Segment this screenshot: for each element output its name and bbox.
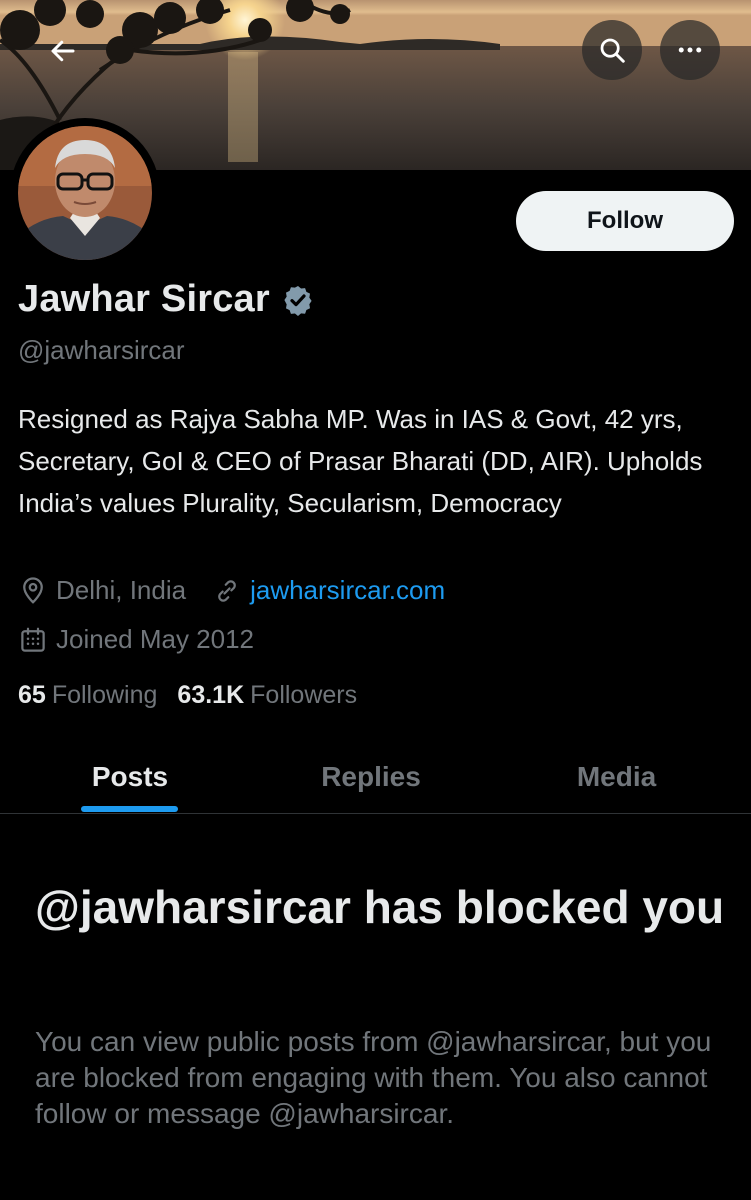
profile-name-row: Jawhar Sircar — [18, 278, 314, 321]
joined-row: Joined May 2012 — [18, 624, 280, 655]
link-icon — [218, 579, 236, 602]
following-stat[interactable]: 65 Following — [18, 681, 157, 710]
profile-meta-row: Delhi, India jawharsircar.com — [18, 575, 471, 606]
more-horizontal-icon — [678, 47, 702, 53]
active-tab-indicator — [81, 806, 178, 812]
tab-replies[interactable]: Replies — [260, 740, 482, 813]
blocked-message: You can view public posts from @jawharsi… — [35, 1026, 712, 1129]
followers-label: Followers — [250, 681, 358, 709]
search-button[interactable] — [582, 20, 642, 80]
tab-media[interactable]: Media — [482, 740, 751, 813]
avatar-photo — [18, 126, 152, 260]
blocked-title: @jawharsircar has blocked you — [35, 881, 725, 933]
display-name: Jawhar Sircar — [18, 278, 270, 320]
profile-page: Follow Jawhar Sircar @jawharsircar Resig… — [0, 0, 751, 1200]
back-button[interactable] — [33, 21, 93, 81]
location: Delhi, India — [18, 575, 186, 606]
website-link[interactable]: jawharsircar.com — [250, 575, 445, 606]
website[interactable]: jawharsircar.com — [212, 575, 445, 606]
arrow-left-icon — [51, 40, 75, 62]
location-pin-icon — [23, 576, 43, 604]
joined-text: Joined May 2012 — [56, 624, 255, 654]
follow-button[interactable]: Follow — [516, 191, 734, 251]
search-icon — [600, 38, 625, 63]
more-button[interactable] — [660, 20, 720, 80]
profile-bio: Resigned as Rajya Sabha MP. Was in IAS &… — [18, 404, 703, 518]
joined: Joined May 2012 — [18, 624, 254, 655]
profile-tabs: Posts Replies Media — [0, 740, 751, 814]
avatar[interactable] — [10, 118, 160, 268]
verified-badge-icon[interactable] — [282, 284, 314, 316]
profile-handle: @jawharsircar — [18, 335, 185, 365]
following-label: Following — [51, 681, 158, 709]
followers-count: 63.1K — [177, 681, 245, 709]
location-text: Delhi, India — [56, 575, 187, 605]
followers-stat[interactable]: 63.1K Followers — [177, 681, 357, 710]
follow-stats: 65 Following 63.1K Followers — [18, 681, 357, 710]
following-count: 65 — [18, 681, 46, 709]
calendar-icon — [21, 627, 45, 652]
tab-posts[interactable]: Posts — [0, 740, 260, 813]
